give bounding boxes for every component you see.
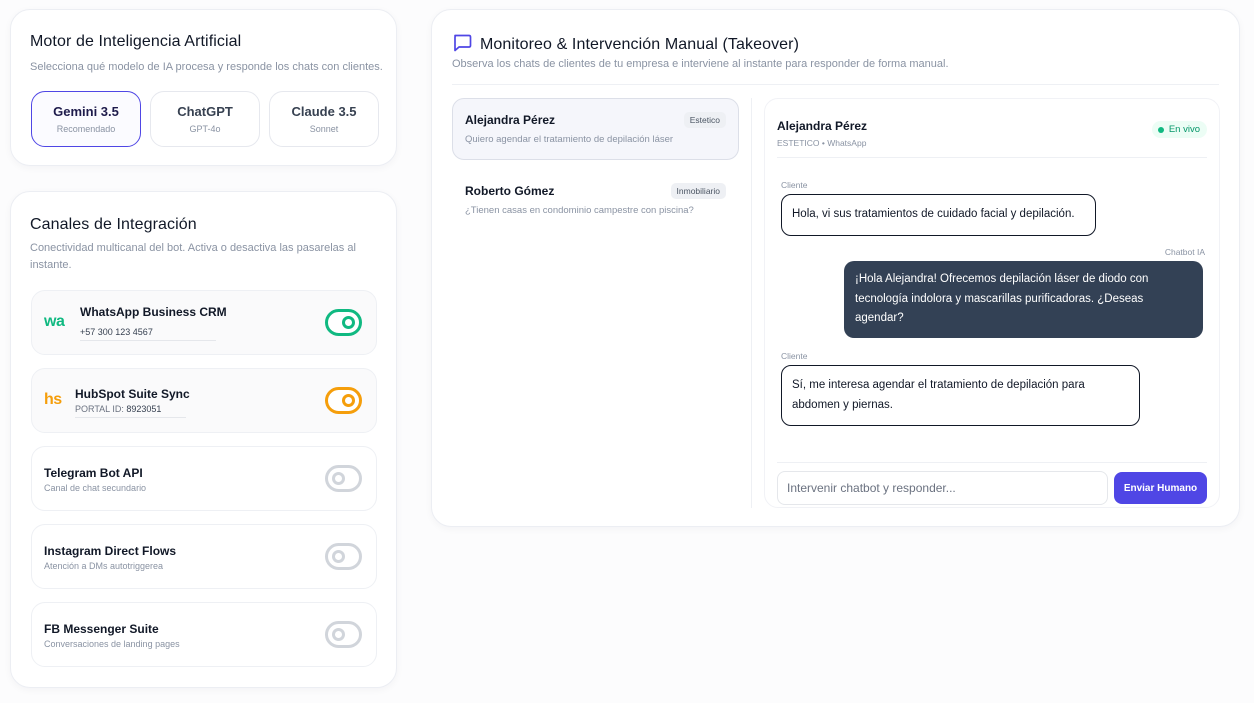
chat-list-item[interactable]: Alejandra Pérez Estetico Quiero agendar …	[452, 98, 739, 160]
whatsapp-toggle[interactable]	[325, 309, 362, 336]
channel-description: Atención a DMs autotriggerea	[44, 561, 164, 571]
chat-preview: Quiero agendar el tratamiento de depilac…	[465, 134, 674, 145]
channels-title: Canales de Integración	[30, 216, 197, 233]
chat-tag-badge: Estetico	[683, 112, 726, 128]
channel-whatsapp: wa WhatsApp Business CRM +57 300 123 456…	[31, 290, 377, 355]
divider	[452, 84, 1219, 85]
message-bubble-client: Sí, me interesa agendar el tratamiento d…	[781, 365, 1140, 426]
model-name: Gemini 3.5	[53, 104, 119, 119]
divider	[777, 462, 1207, 463]
message-sender-label: Cliente	[781, 180, 808, 190]
divider	[751, 98, 752, 508]
portal-id-label: PORTAL ID:	[75, 404, 124, 414]
monitor-card: Monitoreo & Intervención Manual (Takeove…	[431, 9, 1240, 527]
ai-engine-card: Motor de Inteligencia Artificial Selecci…	[10, 9, 397, 166]
chat-list-item[interactable]: Roberto Gómez Inmobiliario ¿Tienen casas…	[452, 169, 739, 231]
chat-tag-badge: Inmobiliario	[670, 183, 726, 199]
chat-contact-name: Roberto Gómez	[465, 184, 555, 198]
instagram-toggle[interactable]	[325, 543, 362, 570]
conversation-contact-name: Alejandra Pérez	[777, 119, 868, 133]
model-option-claude[interactable]: Claude 3.5 Sonnet	[269, 91, 379, 147]
conversation-panel: Alejandra Pérez ESTETICO • WhatsApp En v…	[764, 98, 1220, 508]
model-sub: Recomendado	[56, 124, 116, 134]
channel-description: Conversaciones de landing pages	[44, 639, 180, 649]
channels-card: Canales de Integración Conectividad mult…	[10, 191, 397, 688]
chat-contact-name: Alejandra Pérez	[465, 113, 556, 127]
toggle-knob	[342, 394, 355, 407]
channel-instagram: Instagram Direct Flows Atención a DMs au…	[31, 524, 377, 589]
chat-list: Alejandra Pérez Estetico Quiero agendar …	[452, 98, 739, 240]
takeover-message-input[interactable]	[777, 471, 1108, 505]
channel-telegram: Telegram Bot API Canal de chat secundari…	[31, 446, 377, 511]
toggle-knob	[342, 316, 355, 329]
chat-bubble-icon	[452, 33, 472, 57]
ai-engine-title: Motor de Inteligencia Artificial	[30, 33, 242, 50]
telegram-toggle[interactable]	[325, 465, 362, 492]
model-selector: Gemini 3.5 Recomendado ChatGPT GPT-4o Cl…	[31, 91, 379, 147]
toggle-knob	[332, 472, 345, 485]
portal-id-value: 8923051	[126, 404, 162, 414]
monitor-header: Monitoreo & Intervención Manual (Takeove…	[452, 33, 799, 57]
toggle-knob	[332, 628, 345, 641]
channel-title: Instagram Direct Flows	[44, 544, 177, 558]
channel-title: WhatsApp Business CRM	[80, 305, 227, 319]
model-name: ChatGPT	[177, 104, 233, 119]
whatsapp-logo-icon: wa	[44, 313, 65, 330]
model-sub: Sonnet	[309, 124, 339, 134]
send-human-button[interactable]: Enviar Humano	[1114, 472, 1207, 504]
channels-subtitle: Conectividad multicanal del bot. Activa …	[30, 242, 356, 271]
whatsapp-number-field[interactable]: +57 300 123 4567	[80, 327, 216, 341]
hubspot-toggle[interactable]	[325, 387, 362, 414]
messenger-toggle[interactable]	[325, 621, 362, 648]
channel-hubspot: hs HubSpot Suite Sync PORTAL ID: 8923051	[31, 368, 377, 433]
channel-title: HubSpot Suite Sync	[75, 387, 190, 401]
channel-description: Canal de chat secundario	[44, 483, 147, 493]
channel-messenger: FB Messenger Suite Conversaciones de lan…	[31, 602, 377, 667]
chat-preview: ¿Tienen casas en condominio campestre co…	[465, 205, 694, 216]
live-status-badge: En vivo	[1151, 121, 1207, 138]
monitor-title: Monitoreo & Intervención Manual (Takeove…	[480, 36, 800, 53]
channel-title: FB Messenger Suite	[44, 622, 159, 636]
channel-title: Telegram Bot API	[44, 466, 143, 480]
model-option-gemini[interactable]: Gemini 3.5 Recomendado	[31, 91, 141, 147]
toggle-knob	[332, 550, 345, 563]
model-option-chatgpt[interactable]: ChatGPT GPT-4o	[150, 91, 260, 147]
live-status-label: En vivo	[1168, 124, 1200, 135]
live-dot-icon	[1157, 126, 1164, 133]
ai-engine-subtitle: Selecciona qué modelo de IA procesa y re…	[30, 61, 383, 73]
message-bubble-bot: ¡Hola Alejandra! Ofrecemos depilación lá…	[844, 261, 1203, 338]
hubspot-portal-field[interactable]: PORTAL ID: 8923051	[75, 404, 186, 418]
divider	[777, 157, 1207, 158]
monitor-subtitle: Observa los chats de clientes de tu empr…	[452, 58, 949, 70]
conversation-meta: ESTETICO • WhatsApp	[777, 138, 867, 148]
model-name: Claude 3.5	[291, 104, 357, 119]
hubspot-logo-icon: hs	[44, 391, 62, 408]
message-sender-label: Cliente	[781, 351, 808, 361]
message-sender-label: Chatbot IA	[1164, 247, 1205, 257]
model-sub: GPT-4o	[189, 124, 221, 134]
message-bubble-client: Hola, vi sus tratamientos de cuidado fac…	[781, 194, 1096, 236]
